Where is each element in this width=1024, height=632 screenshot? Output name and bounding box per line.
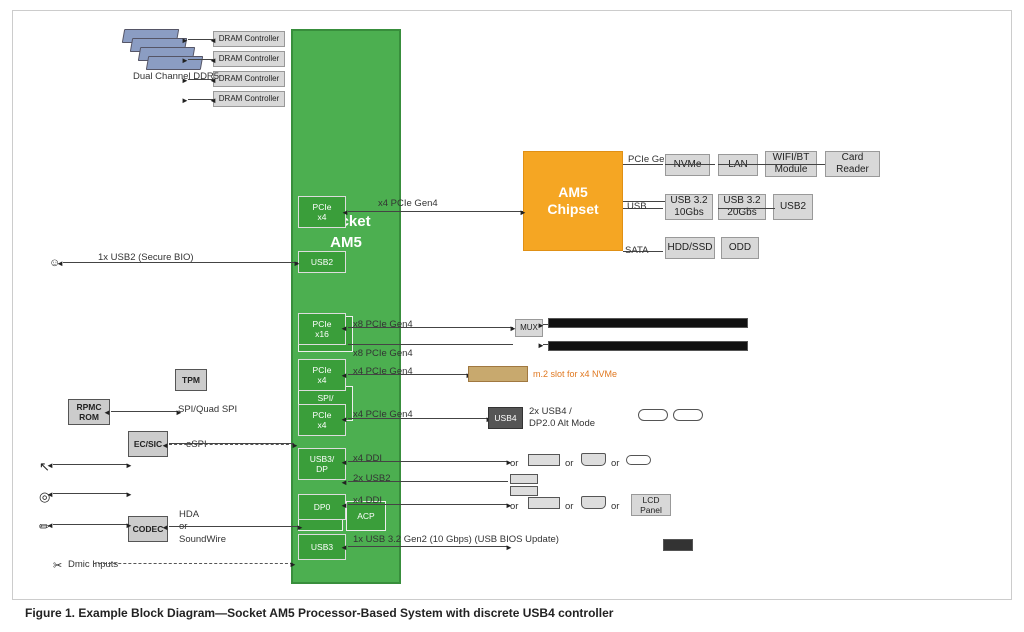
spi-quad-label: SPI/Quad SPI: [178, 404, 237, 416]
x4-pcie-label: x4 PCIe Gen4: [378, 198, 438, 210]
x2-usb2-label: 2x USB2: [353, 473, 391, 485]
pcie-x4-m2: PCIex4: [298, 359, 346, 391]
nvme-box: NVMe: [665, 154, 710, 176]
usba-1: [510, 474, 538, 484]
dp-connector-2: [528, 497, 560, 509]
usba-bios: [663, 539, 693, 551]
pcie-x16-block: PCIex16: [298, 313, 346, 345]
dram-ctrl-3: DRAM Controller: [213, 71, 285, 87]
hdmi-connector-2: [581, 496, 606, 509]
m2-label: m.2 slot for x4 NVMe: [533, 369, 617, 381]
x8-pcie-2-label: x8 PCIe Gen4: [353, 348, 413, 360]
usb2-secure-label: 1x USB2 (Secure BIO): [98, 252, 194, 264]
lcd-panel-box: LCDPanel: [631, 494, 671, 516]
pcie-slot-1: [548, 318, 748, 328]
usbc-2: [673, 409, 703, 421]
dmic-label: Dmic Inputs: [68, 559, 118, 571]
ddr-label: Dual Channel DDR5: [133, 71, 219, 83]
usb4-box: USB4: [488, 407, 523, 429]
hda-label: HDAorSoundWire: [179, 509, 226, 546]
tpm-chip: TPM: [175, 369, 207, 391]
usb32-gen2-label: 1x USB 3.2 Gen2 (10 Gbps) (USB BIOS Upda…: [353, 534, 559, 546]
usb32-20-box: USB 3.220Gbs: [718, 194, 766, 220]
diagram-container: DRAM Controller DRAM Controller DRAM Con…: [12, 10, 1012, 600]
card-reader-box: CardReader: [825, 151, 880, 177]
lan-box: LAN: [718, 154, 758, 176]
pcie-x4-chipset: PCIex4: [298, 196, 346, 228]
usbc-1: [638, 409, 668, 421]
dram-ctrl-2: DRAM Controller: [213, 51, 285, 67]
pcie-x4-usb4: PCIex4: [298, 404, 346, 436]
camera-icon: ☺: [49, 257, 60, 269]
figure-caption: Figure 1. Example Block Diagram—Socket A…: [10, 606, 1014, 620]
x4-pcie-usb4-label: x4 PCIe Gen4: [353, 409, 413, 421]
x4-ddi-1-label: x4 DDI: [353, 453, 382, 465]
usb4-dp-label: 2x USB4 /DP2.0 Alt Mode: [529, 406, 595, 431]
odd-box: ODD: [721, 237, 759, 259]
sata-label-chipset: SATA: [625, 245, 648, 257]
m2-slot-box: [468, 366, 528, 382]
usb2-secure-block: USB2: [298, 251, 346, 273]
x4-ddi-2-label: x4 DDI: [353, 495, 382, 507]
usba-2: [510, 486, 538, 496]
usb-label-chipset: USB: [627, 201, 647, 213]
dp0-block: DP0: [298, 494, 346, 520]
usb2-out-box: USB2: [773, 194, 813, 220]
x8-pcie-1-label: x8 PCIe Gen4: [353, 319, 413, 331]
pcie-slot-2: [548, 341, 748, 351]
dp-connector-1: [528, 454, 560, 466]
espi-label: eSPI: [186, 439, 207, 451]
x4-pcie-m2-label: x4 PCIe Gen4: [353, 366, 413, 378]
am5-chipset: AM5Chipset: [523, 151, 623, 251]
usb32-10-box: USB 3.210Gbs: [665, 194, 713, 220]
hdd-ssd-box: HDD/SSD: [665, 237, 715, 259]
hdmi-connector-1: [581, 453, 606, 466]
dram-ctrl-1: DRAM Controller: [213, 31, 285, 47]
dram-ctrl-4: DRAM Controller: [213, 91, 285, 107]
usbc-3: [626, 455, 651, 465]
dmic-icon: ✂: [53, 559, 62, 572]
usb3-block: USB3: [298, 534, 346, 560]
usb3-dp-block: USB3/DP: [298, 448, 346, 480]
